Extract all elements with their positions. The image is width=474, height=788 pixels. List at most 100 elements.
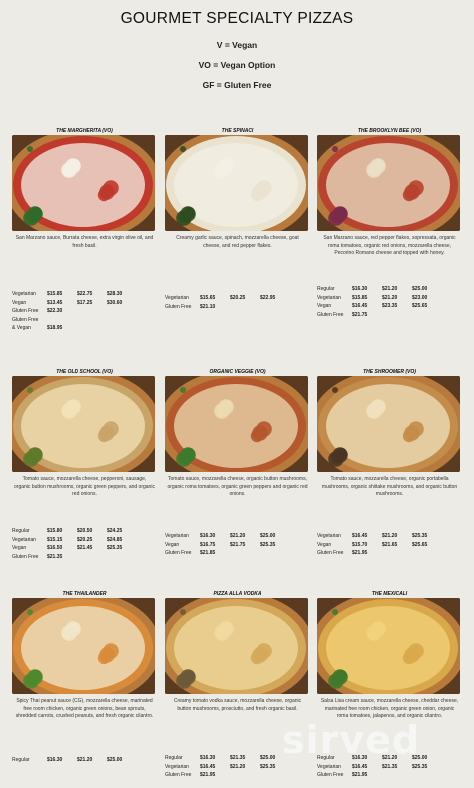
pizza-name: THE SHROOMER (VO) xyxy=(363,369,416,375)
pizza-card: PIZZA ALLA VODKA Creamy tomato vodka sauc… xyxy=(165,590,310,778)
price-value: $21.20 xyxy=(382,533,398,539)
sirved-watermark: sirved xyxy=(282,718,421,762)
price-row: Gluten Free $21.95 xyxy=(165,771,310,780)
price-value: $15.80 xyxy=(47,528,63,534)
price-table: Regular $16.30 $21.20 $25.00 xyxy=(12,756,157,765)
pizza-card: THE THAILANDER Spicy Thai peanut sauce (C… xyxy=(12,590,157,763)
price-value: $16.45 xyxy=(352,763,368,770)
price-label: Gluten Free xyxy=(317,772,344,778)
price-label: Vegetarian xyxy=(317,294,341,301)
pizza-card: THE OLD SCHOOL (VO) Tomato sauce, mozzare… xyxy=(12,368,157,560)
pizza-photo xyxy=(12,598,155,694)
price-label: Gluten Free xyxy=(165,303,192,310)
price-value: $21.95 xyxy=(352,550,368,556)
price-value: $24.25 xyxy=(107,528,123,534)
price-value: $17.25 xyxy=(77,299,93,306)
price-value: $21.85 xyxy=(200,550,216,556)
pizza-photo xyxy=(317,376,460,472)
price-value: $16.30 xyxy=(352,286,368,292)
pizza-photo xyxy=(12,376,155,472)
pizza-description: Spicy Thai peanut sauce (CG), mozzarella… xyxy=(15,698,154,719)
pizza-name: THE OLD SCHOOL (VO) xyxy=(56,369,113,375)
price-value: $22.95 xyxy=(260,295,276,301)
price-label: Vegetarian xyxy=(165,533,189,539)
pizza-name: PIZZA ALLA VODKA xyxy=(213,591,262,597)
price-row: Gluten Free $21.95 xyxy=(317,771,462,780)
price-value: $21.35 xyxy=(382,763,398,770)
price-value: $15.85 xyxy=(47,291,63,297)
price-value: $25.00 xyxy=(260,755,276,761)
price-value: $25.35 xyxy=(260,763,276,770)
price-value: $16.45 xyxy=(200,763,216,770)
price-value: $21.20 xyxy=(230,533,246,539)
price-value: $15.65 xyxy=(200,295,216,301)
price-value: $25.35 xyxy=(107,545,123,551)
price-value: $21.10 xyxy=(200,303,216,310)
pizza-card: THE MARGHERITA (VO) San Marzano sauce, Bu… xyxy=(12,127,157,331)
price-value: $25.65 xyxy=(412,541,428,548)
price-row: Regular $16.30 $21.20 $25.00 xyxy=(317,285,462,294)
price-value: $21.20 xyxy=(230,763,246,770)
pizza-description: Creamy tomato vodka sauce, mozzarella ch… xyxy=(173,698,302,712)
price-label: Gluten Free xyxy=(12,316,39,323)
pizza-card: THE MEXICALI Salsa Lisa cream sauce, mozz… xyxy=(317,590,462,778)
price-value: $13.45 xyxy=(47,299,63,306)
price-row: Regular $16.30 $21.20 $25.00 xyxy=(12,756,157,765)
pizza-name: ORGANIC VEGGIE (VO) xyxy=(209,369,266,375)
price-table: Regular $15.80 $20.50 $24.25 Vegetarian $15.1… xyxy=(12,527,157,561)
price-label: Vegetarian xyxy=(165,763,189,770)
price-row: Vegetarian $15.65 $20.25 $22.95 xyxy=(165,294,310,303)
price-label: Gluten Free xyxy=(165,772,192,778)
price-label: Vegetarian xyxy=(317,533,341,539)
pizza-photo xyxy=(165,376,308,472)
price-row: Vegetarian $15.15 $20.25 $24.85 xyxy=(12,536,157,545)
price-value: $18.95 xyxy=(47,325,63,331)
pizza-description: San Marzano sauce, red pepper flakes, so… xyxy=(323,235,456,256)
price-table: Regular $16.30 $21.20 $25.00 Vegetarian $15.8… xyxy=(317,285,462,319)
price-label: Gluten Free xyxy=(12,308,39,314)
price-row: Vegan $15.70 $21.65 $25.65 xyxy=(317,541,462,550)
price-row: Gluten Free $21.95 xyxy=(317,549,462,558)
price-value: $25.35 xyxy=(412,763,428,770)
price-value: $23.35 xyxy=(382,303,398,309)
price-label: Vegetarian xyxy=(317,763,341,770)
price-value: $21.75 xyxy=(230,541,246,548)
pizza-name: THE MEXICALI xyxy=(371,591,408,597)
price-value: $16.30 xyxy=(200,755,216,761)
legend-vegan-option: VO = Vegan Option xyxy=(198,60,276,70)
price-value: $20.25 xyxy=(77,536,93,543)
price-label: Regular xyxy=(165,755,183,761)
price-label: Gluten Free xyxy=(12,553,39,560)
price-value: $16.45 xyxy=(352,303,368,309)
price-table: Vegetarian $16.30 $21.20 $25.00 Vegan $16.75 $… xyxy=(165,532,310,558)
price-value: $21.20 xyxy=(382,294,398,301)
price-row: Vegan $16.45 $23.35 $25.65 xyxy=(317,302,462,311)
price-row: Gluten Free $21.85 xyxy=(165,549,310,558)
price-value: $16.30 xyxy=(200,533,216,539)
price-value: $16.50 xyxy=(47,545,63,551)
price-value: $25.00 xyxy=(107,757,123,763)
price-row: Vegetarian $16.45 $21.20 $25.35 xyxy=(165,763,310,772)
price-row: Gluten Free xyxy=(12,316,157,325)
price-row: Vegetarian $16.30 $21.20 $25.00 xyxy=(165,532,310,541)
price-table: Vegetarian $16.45 $21.20 $25.35 Vegan $15.70 $… xyxy=(317,532,462,558)
price-label: Vegan xyxy=(12,299,27,306)
price-label: Vegan xyxy=(317,303,332,309)
price-row: Gluten Free $21.10 xyxy=(165,303,310,312)
price-label: Regular xyxy=(12,528,30,534)
price-label: Gluten Free xyxy=(165,550,192,556)
price-value: $25.00 xyxy=(412,286,428,292)
price-label: Vegetarian xyxy=(165,295,189,301)
price-row: Gluten Free $21.35 xyxy=(12,553,157,562)
price-value: $25.35 xyxy=(412,533,428,539)
price-value: $15.15 xyxy=(47,536,63,543)
price-row: Vegetarian $16.45 $21.35 $25.35 xyxy=(317,763,462,772)
price-label: Vegan xyxy=(165,541,180,548)
price-row: Vegetarian $15.85 $21.20 $23.00 xyxy=(317,294,462,303)
pizza-name: THE SPINACI xyxy=(221,128,254,134)
price-label: Vegan xyxy=(12,545,27,551)
price-row: Vegan $16.75 $21.75 $25.35 xyxy=(165,541,310,550)
price-label: Regular xyxy=(12,757,30,763)
price-value: $30.60 xyxy=(107,299,123,306)
pizza-description: Tomato sauce, mozzarella cheese, organic… xyxy=(167,476,308,497)
